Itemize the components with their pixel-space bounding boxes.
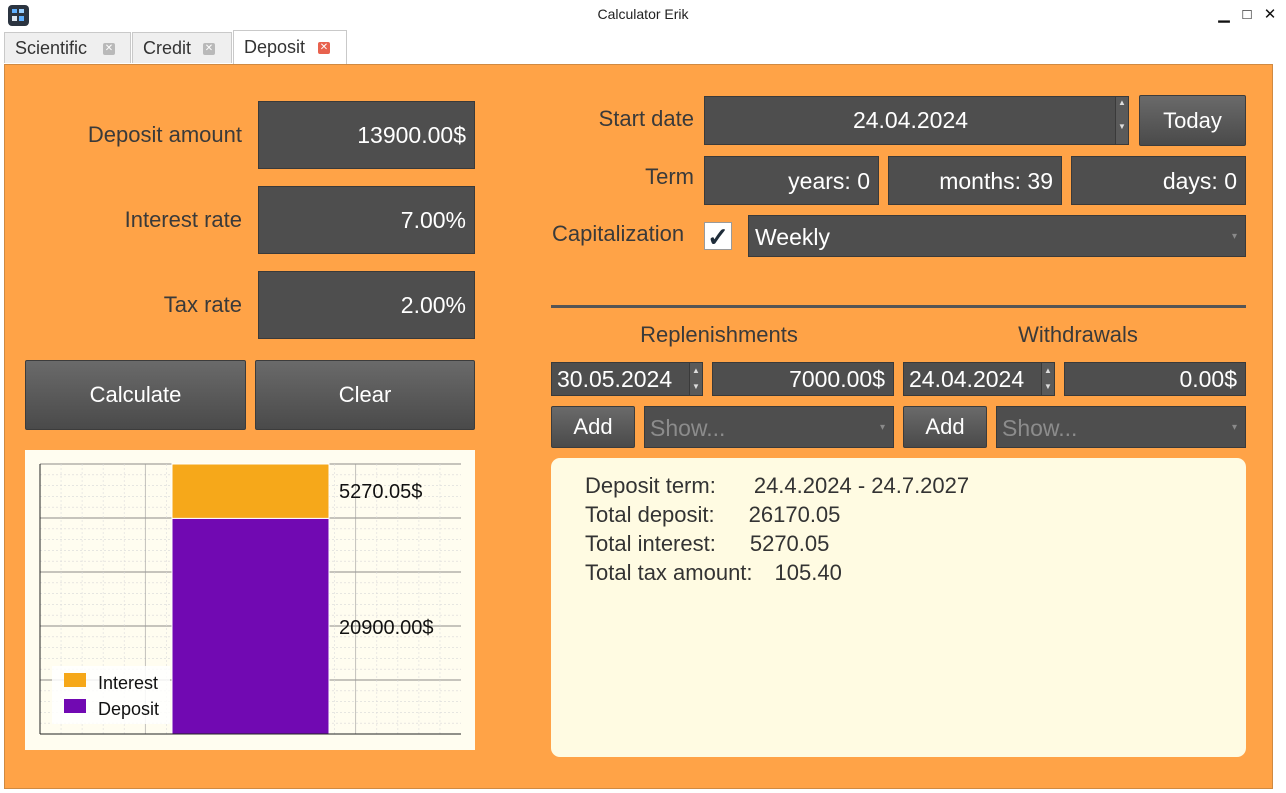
spin-down-icon[interactable]: ▼ — [1042, 379, 1054, 395]
date-spinner[interactable]: ▲ ▼ — [689, 363, 702, 395]
calculate-button[interactable]: Calculate — [25, 360, 246, 430]
result-total-tax: Total tax amount: 105.40 — [585, 560, 842, 586]
withdrawal-date-field[interactable]: 24.04.2024 ▲ ▼ — [903, 362, 1055, 396]
spin-down-icon[interactable]: ▼ — [690, 379, 702, 395]
interest-rate-field[interactable]: 7.00% — [258, 186, 475, 254]
tab-close-icon[interactable]: ✕ — [318, 42, 330, 54]
result-total-deposit: Total deposit: 26170.05 — [585, 502, 840, 528]
clear-button[interactable]: Clear — [255, 360, 475, 430]
bar-label-deposit: 20900.00$ — [339, 617, 434, 639]
withdrawals-header: Withdrawals — [1018, 322, 1138, 347]
tab-close-icon[interactable]: ✕ — [203, 43, 215, 55]
replenishments-header: Replenishments — [640, 322, 798, 347]
spin-up-icon[interactable]: ▲ — [690, 363, 702, 379]
term-label: Term — [645, 164, 694, 189]
add-withdrawal-button[interactable]: Add — [903, 406, 987, 448]
legend-swatch-interest — [64, 673, 86, 687]
date-spinner[interactable]: ▲ ▼ — [1115, 97, 1128, 144]
result-label: Total interest: — [585, 531, 716, 556]
capitalization-period-select[interactable]: Weekly ▾ — [748, 215, 1246, 257]
term-years-field[interactable]: years: 0 — [704, 156, 879, 205]
tab-label: Deposit — [244, 37, 306, 57]
result-value: 26170.05 — [748, 502, 841, 527]
chevron-down-icon: ▾ — [879, 422, 885, 433]
legend-swatch-deposit — [64, 699, 86, 713]
withdrawals-show-select[interactable]: Show... ▾ — [996, 406, 1246, 448]
start-date-field[interactable]: 24.04.2024 ▲ ▼ — [704, 96, 1129, 145]
result-value: 5270.05 — [749, 531, 830, 556]
interest-rate-label: Interest rate — [124, 207, 242, 232]
legend-label-deposit: Deposit — [98, 699, 159, 719]
bar-label-interest: 5270.05$ — [339, 481, 422, 503]
result-label: Total deposit: — [585, 502, 715, 527]
bar-interest — [171, 463, 330, 519]
tab-close-icon[interactable]: ✕ — [103, 43, 115, 55]
window-title: Calculator Erik — [597, 6, 689, 22]
result-value: 105.40 — [774, 560, 842, 585]
minimize-icon[interactable]: ▁ — [1213, 4, 1235, 26]
spin-up-icon[interactable]: ▲ — [1116, 97, 1128, 121]
spin-up-icon[interactable]: ▲ — [1042, 363, 1054, 379]
replenishments-show-select[interactable]: Show... ▾ — [644, 406, 894, 448]
tab-deposit[interactable]: Deposit ✕ — [233, 30, 347, 64]
capitalization-checkbox[interactable]: ✓ — [704, 222, 732, 251]
replenishment-amount-field[interactable]: 7000.00$ — [712, 362, 894, 396]
start-date-label: Start date — [598, 106, 694, 131]
spin-down-icon[interactable]: ▼ — [1116, 121, 1128, 145]
chart-legend: Interest Deposit — [52, 666, 170, 724]
term-days-field[interactable]: days: 0 — [1071, 156, 1246, 205]
today-button[interactable]: Today — [1139, 95, 1246, 146]
close-icon[interactable]: ✕ — [1259, 4, 1281, 26]
chevron-down-icon: ▾ — [1231, 422, 1237, 433]
tab-credit[interactable]: Credit ✕ — [132, 32, 232, 63]
capitalization-label: Capitalization — [552, 221, 685, 246]
replenishment-date-field[interactable]: 30.05.2024 ▲ ▼ — [551, 362, 703, 396]
maximize-icon[interactable]: □ — [1236, 4, 1258, 26]
date-spinner[interactable]: ▲ ▼ — [1041, 363, 1054, 395]
replenishments-show-placeholder: Show... — [650, 415, 726, 441]
deposit-amount-label: Deposit amount — [87, 122, 242, 147]
legend-label-interest: Interest — [98, 673, 158, 693]
result-deposit-term: Deposit term: 24.4.2024 - 24.7.2027 — [585, 473, 969, 499]
tax-rate-label: Tax rate — [163, 292, 242, 317]
tax-rate-field[interactable]: 2.00% — [258, 271, 475, 339]
tab-label: Scientific — [15, 38, 88, 58]
replenishment-date-value: 30.05.2024 — [557, 366, 673, 392]
tab-scientific[interactable]: Scientific ✕ — [4, 32, 131, 63]
withdrawal-amount-field[interactable]: 0.00$ — [1064, 362, 1246, 396]
result-label: Total tax amount: — [585, 560, 753, 585]
withdrawal-date-value: 24.04.2024 — [909, 366, 1025, 392]
result-value: 24.4.2024 - 24.7.2027 — [753, 473, 970, 498]
term-months-field[interactable]: months: 39 — [888, 156, 1062, 205]
capitalization-period-value: Weekly — [755, 224, 830, 250]
results-panel: Deposit term: 24.4.2024 - 24.7.2027 Total… — [551, 458, 1246, 757]
start-date-value: 24.04.2024 — [852, 107, 969, 133]
result-label: Deposit term: — [585, 473, 716, 498]
deposit-chart: 20900.00$ 5270.05$ Interest Deposit — [25, 450, 475, 750]
add-replenishment-button[interactable]: Add — [551, 406, 635, 448]
section-divider — [551, 305, 1246, 308]
tab-label: Credit — [143, 38, 192, 58]
bar-deposit — [171, 517, 330, 735]
withdrawals-show-placeholder: Show... — [1002, 415, 1078, 441]
chevron-down-icon: ▾ — [1231, 231, 1237, 242]
deposit-amount-field[interactable]: 13900.00$ — [258, 101, 475, 169]
chart-canvas: 20900.00$ 5270.05$ Interest Deposit — [39, 463, 461, 735]
result-total-interest: Total interest: 5270.05 — [585, 531, 829, 557]
